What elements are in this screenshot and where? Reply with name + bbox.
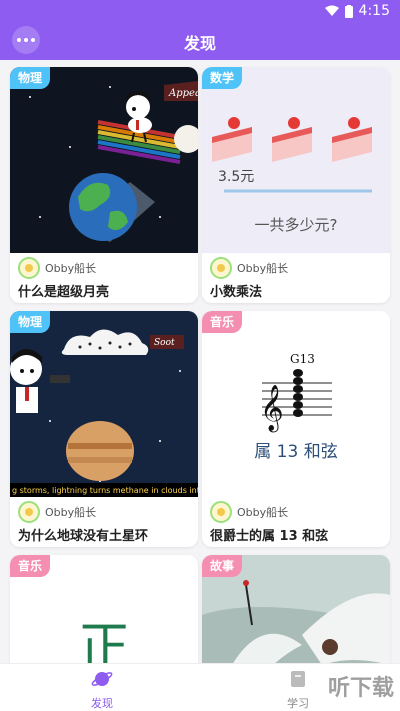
lesson-card-earth-rings[interactable]: Soot g storms, lightning turns methane i… [10,311,198,547]
nav-study-label: 学习 [287,697,309,710]
status-time: 4:15 [358,3,390,19]
card-thumbnail: Soot g storms, lightning turns methane i… [10,311,198,497]
app-bar: 发现 [0,24,400,60]
author-row: Obby船长 [18,257,96,279]
chord-name: 属 13 和弦 [254,442,337,462]
question-text: 一共多少元? [255,216,338,234]
category-tag: 故事 [202,555,243,577]
card-title: 什么是超级月亮 [18,285,110,300]
battery-icon [344,4,353,18]
author-name: Obby船长 [45,506,97,519]
category-tag: 数学 [202,67,243,89]
page-title: 发现 [183,34,216,53]
lesson-card-music[interactable]: 正 音乐 [10,555,198,663]
author-avatar [210,501,232,523]
sign-text: Appear [168,88,198,99]
chord-symbol: G13 [290,352,315,366]
card-thumbnail: Appear 物理 [10,67,198,253]
nav-study[interactable]: 学习 [268,668,328,711]
author-name: Obby船长 [45,262,97,275]
author-name: Obby船长 [237,262,289,275]
category-tag: 音乐 [202,311,243,333]
author-row: Obby船长 [210,501,288,523]
treble-clef-icon: 𝄞 [260,385,284,433]
glyph-text: 正 [77,618,130,663]
book-icon [291,671,305,687]
lesson-card-dominant-13[interactable]: G13 𝄞 属 13 和弦 音乐 Obby船长 很爵士的属 13 和弦 [202,311,390,547]
discover-grid: Appear 物理 Obby船长 什么是超级月亮 3.5元 一共多少元? [0,60,400,663]
card-title: 为什么地球没有土星环 [18,529,149,544]
category-tag: 物理 [10,311,51,333]
category-tag: 物理 [10,67,51,89]
author-row: Obby船长 [18,501,96,523]
video-caption: g storms, lightning turns methane in clo… [12,486,198,495]
planet-icon [91,672,113,686]
price-label: 3.5元 [218,169,254,185]
lesson-card-story[interactable]: 故事 [202,555,390,663]
author-avatar [18,257,40,279]
author-avatar [18,501,40,523]
nav-discover-label: 发现 [91,697,113,710]
card-thumbnail: 3.5元 一共多少元? 数学 [202,67,390,253]
card-title: 小数乘法 [210,285,263,300]
author-avatar [210,257,232,279]
watermark-text: 听下载 [327,676,394,701]
sign-text: Soot [154,338,175,348]
card-title: 很爵士的属 13 和弦 [210,529,329,544]
status-bar: 4:15 [0,0,400,24]
nav-discover[interactable]: 发现 [72,668,132,711]
card-thumbnail: 正 音乐 [10,555,198,663]
wifi-icon [324,5,339,16]
card-thumbnail: G13 𝄞 属 13 和弦 音乐 [202,311,390,497]
lesson-card-supermoon[interactable]: Appear 物理 Obby船长 什么是超级月亮 [10,67,198,303]
category-tag: 音乐 [10,555,51,577]
author-row: Obby船长 [210,257,288,279]
author-name: Obby船长 [237,506,289,519]
card-thumbnail: 故事 [202,555,390,663]
lesson-card-decimal-multiplication[interactable]: 3.5元 一共多少元? 数学 Obby船长 小数乘法 [202,67,390,303]
